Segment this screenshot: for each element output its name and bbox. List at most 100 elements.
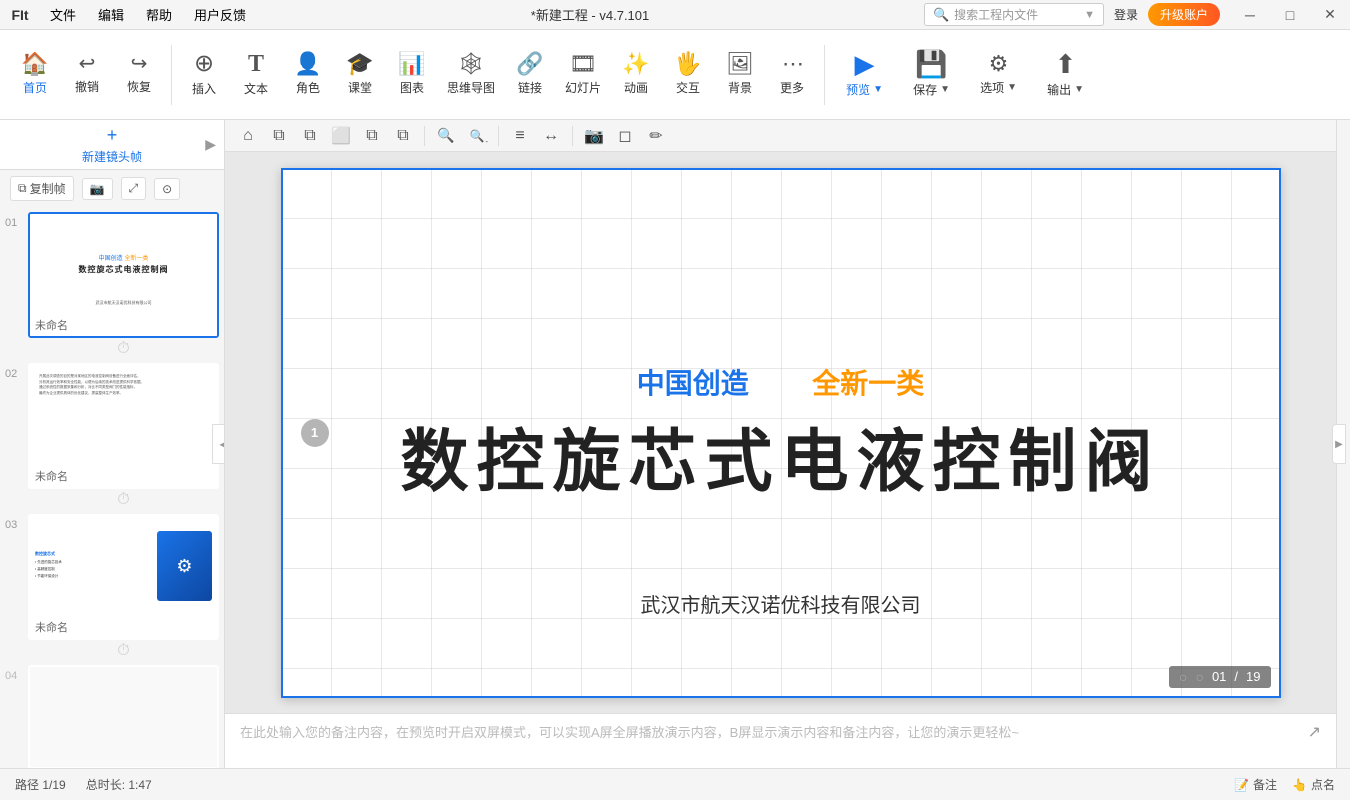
link-icon: 🔗 [516,53,543,75]
toolbar-link[interactable]: 🔗 链接 [505,40,555,110]
slide-label-3: 未命名 [30,616,217,638]
toolbar-classroom[interactable]: 🎓 课堂 [335,40,385,110]
toolbar-slides[interactable]: 🎞 幻灯片 [557,40,609,110]
menu-help[interactable]: 帮助 [136,1,182,28]
save-dropdown-icon: ▼ [940,84,950,95]
close-button[interactable]: ✕ [1310,0,1350,30]
toolbar-redo[interactable]: ↪ 恢复 [114,40,164,110]
toolbar-export-label: 输出 [1047,81,1071,98]
canvas-group-btn[interactable]: ⧉ [390,123,416,149]
subtitle-space [766,368,794,399]
toolbar-insert[interactable]: ⊕ 插入 [179,40,229,110]
slide-label-2: 未命名 [30,465,217,487]
canvas-edit-btn[interactable]: ✏ [643,123,669,149]
toolbar-options[interactable]: ⚙ 选项 ▼ [966,40,1031,110]
canvas-tb-divider-3 [572,126,573,146]
toolbar-insert-label: 插入 [192,80,216,97]
notes-icon: 📝 [1234,778,1249,792]
copy-icon: ⧉ [18,181,27,196]
options-dropdown-icon: ▼ [1007,82,1017,93]
preview-icon: ▶ [855,51,875,77]
slide-thumb-1[interactable]: 中国创造 全新一类 数控旋芯式电液控制阀 武汉市航天汉诺优科技有限公司 未命名 [28,212,219,338]
toolbar-text[interactable]: T 文本 [231,40,281,110]
menu-file[interactable]: 文件 [40,1,86,28]
slide-number-4: 04 [5,665,23,682]
login-button[interactable]: 登录 [1104,4,1148,25]
canvas-home-btn[interactable]: ⌂ [235,123,261,149]
subtitle-orange: 全新一类 [812,368,924,399]
new-slide-expand-icon[interactable]: ▶ [205,136,216,153]
canvas-select-btn[interactable]: ⧉ [359,123,385,149]
right-collapse-button[interactable]: ▶ [1332,424,1346,464]
copy-frame-button[interactable]: ⧉ 复制帧 [10,176,74,201]
page-separator: / [1234,669,1238,684]
slide-thumb-3[interactable]: 数控旋芯式 • 先进的旋芯技术 • 高精度控制 • 节能环保设计 ⚙ 未命名 [28,514,219,640]
expand-icon: ⤢ [129,181,139,196]
toolbar-interact-label: 交互 [676,79,700,96]
search-placeholder: 搜索工程内文件 [954,6,1038,23]
toolbar-link-label: 链接 [518,79,542,96]
toolbar-role[interactable]: 👤 角色 [283,40,333,110]
notes-expand-icon[interactable]: ↗ [1308,722,1321,742]
zoom-out-btn[interactable]: 🔍 - [464,123,490,149]
maximize-button[interactable]: □ [1270,0,1310,30]
slide-thumb-2[interactable]: 开展此次调查的目的是对某地区的电液控制阀设备进行全面评估， 分析其运行效率和安全… [28,363,219,489]
new-slide-button[interactable]: + 新建镜头帧 [82,125,142,165]
camera-button[interactable]: 📷 [82,178,113,200]
slide-panel: + 新建镜头帧 ▶ ⧉ 复制帧 📷 ⤢ ⊙ 01 [0,120,225,768]
zoom-in-btn[interactable]: 🔍 [433,123,459,149]
company-name: 武汉市航天汉诺优科技有限公司 [641,589,921,618]
canvas-frame-btn[interactable]: ⬜ [328,123,354,149]
main-title: 数控旋芯式电液控制阀 [400,422,1160,504]
notes-placeholder-text[interactable]: 在此处输入您的备注内容，在预览时开启双屏模式，可以实现A屏全屏播放演示内容，B屏… [240,722,1308,741]
menu-feedback[interactable]: 用户反馈 [184,1,256,28]
status-pointer[interactable]: 👆 点名 [1292,776,1335,793]
canvas-distribute-btn[interactable]: ↔ [538,123,564,149]
toolbar-home[interactable]: 🏠 首页 [10,40,60,110]
slide-timer-icon-1: ⏱ [117,340,129,357]
search-dropdown-icon[interactable]: ▼ [1084,9,1095,21]
toolbar-undo[interactable]: ↩ 撤销 [62,40,112,110]
canvas-photo-btn[interactable]: 📷 [581,123,607,149]
expand-button[interactable]: ⤢ [121,177,147,200]
toolbar-export[interactable]: ⬆ 输出 ▼ [1033,40,1098,110]
menu-edit[interactable]: 编辑 [88,1,134,28]
slide-label-4 [30,767,217,768]
toolbar-chart[interactable]: 📊 图表 [387,40,437,110]
slide-thumb-4[interactable] [28,665,219,768]
toolbar-preview[interactable]: ▶ 预览 ▼ [832,40,897,110]
canvas-align-btn[interactable]: ≡ [507,123,533,149]
status-page: 路径 1/19 [15,776,66,793]
slide-content: 中国创造 全新一类 数控旋芯式电液控制阀 武汉市航天汉诺优科技有限公司 [281,168,1281,698]
toolbar-more[interactable]: ⋯ 更多 [767,40,817,110]
toolbar-mindmap-label: 思维导图 [447,79,495,96]
interact-icon: 🖐 [674,53,701,75]
upgrade-button[interactable]: 升级账户 [1148,3,1220,26]
app-logo: FIt [0,7,40,23]
options-icon: ⚙ [989,53,1009,75]
page-total: 19 [1246,669,1260,684]
toolbar-background[interactable]: 🖼 背景 [715,40,765,110]
canvas-paste-btn[interactable]: ⧉ [297,123,323,149]
new-slide-header[interactable]: + 新建镜头帧 ▶ [0,120,224,170]
slide-label-1: 未命名 [30,314,217,336]
toolbar-interact[interactable]: 🖐 交互 [663,40,713,110]
slide-actions: ⧉ 复制帧 📷 ⤢ ⊙ [0,170,224,207]
toolbar-animation[interactable]: ✨ 动画 [611,40,661,110]
status-notes[interactable]: 📝 备注 [1234,776,1277,793]
minimize-button[interactable]: ─ [1230,0,1270,30]
search-bar[interactable]: 🔍 搜索工程内文件 ▼ [924,3,1104,26]
morph-button[interactable]: ⊙ [154,178,180,200]
canvas-rect-btn[interactable]: ◻ [612,123,638,149]
panel-collapse-button[interactable]: ◀ [212,424,225,464]
role-icon: 👤 [294,53,321,75]
toolbar-mindmap[interactable]: 🕸 思维导图 [439,40,503,110]
canvas-copy-btn[interactable]: ⧉ [266,123,292,149]
slide-timer-icon-3: ⏱ [117,642,129,659]
toolbar-preview-label: 预览 [846,81,870,98]
more-icon: ⋯ [782,53,802,75]
main-area: + 新建镜头帧 ▶ ⧉ 复制帧 📷 ⤢ ⊙ 01 [0,120,1350,768]
toolbar-save[interactable]: 💾 保存 ▼ [899,40,964,110]
new-slide-label: 新建镜头帧 [82,148,142,165]
main-canvas[interactable]: 1 中国创造 全新一类 数控旋芯式电液控制阀 武汉市航天汉诺优科技有限公司 ○ … [281,168,1281,698]
